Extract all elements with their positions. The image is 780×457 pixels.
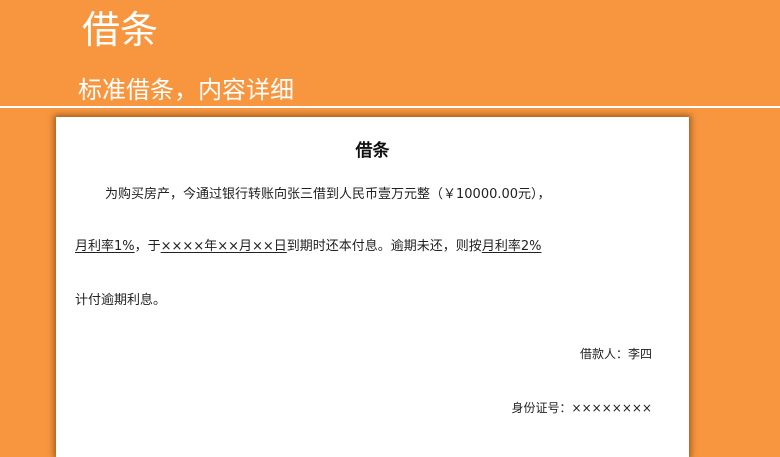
- overdue-interest-rate: 月利率2%: [481, 239, 542, 254]
- line-2-separator: ，于: [134, 239, 161, 254]
- document-title: 借条: [355, 141, 390, 161]
- iou-document: 借条 为购买房产，今通过银行转账向张三借到人民币壹万元整（￥10000.00元）…: [56, 117, 689, 457]
- slide-subtitle: 标准借条，内容详细: [78, 76, 294, 104]
- due-date: ××××年××月××日: [160, 239, 287, 254]
- document-line-1: 为购买房产，今通过银行转账向张三借到人民币壹万元整（￥10000.00元），: [105, 187, 551, 202]
- line-2-text: 到期时还本付息。逾期未还，则按: [286, 239, 482, 254]
- monthly-interest-rate: 月利率1%: [75, 239, 135, 254]
- borrower-name: 借款人：李四: [579, 347, 652, 361]
- slide-title: 借条: [82, 8, 159, 52]
- header-divider: [0, 106, 780, 108]
- borrower-id-number: 身份证号：××××××××: [511, 401, 652, 415]
- document-line-2: 月利率1%，于××××年××月××日到期时还本付息。逾期未还，则按月利率2%: [75, 238, 541, 256]
- document-line-3: 计付逾期利息。: [75, 293, 167, 308]
